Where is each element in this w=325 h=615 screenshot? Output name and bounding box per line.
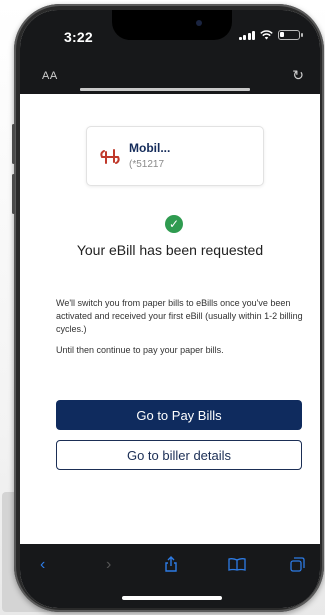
- text-size-button[interactable]: AA: [42, 70, 58, 82]
- clipped-heading-text: [80, 88, 260, 96]
- cellular-signal-icon: [238, 30, 255, 40]
- battery-icon: [278, 30, 303, 40]
- confirmation-headline: Your eBill has been requested: [76, 242, 264, 258]
- phone-screen: 3:22 AA ↻ Mobil... (*51217 ✓ Your eBill …: [20, 10, 320, 608]
- biller-account-number: (*51217: [129, 159, 165, 170]
- front-camera: [196, 20, 202, 26]
- biller-card[interactable]: Mobil... (*51217: [86, 126, 264, 186]
- phone-side-button: [12, 174, 15, 214]
- notch: [112, 10, 232, 40]
- tabs-icon[interactable]: [290, 557, 305, 572]
- go-to-pay-bills-button[interactable]: Go to Pay Bills: [56, 400, 302, 430]
- confirmation-description: We'll switch you from paper bills to eBi…: [56, 298, 303, 334]
- page-content: Mobil... (*51217 ✓ Your eBill has been r…: [20, 88, 320, 544]
- bill-icon: [100, 149, 120, 164]
- status-icons: [238, 30, 303, 40]
- home-indicator: [122, 596, 222, 600]
- share-icon[interactable]: [164, 556, 178, 572]
- back-chevron-icon[interactable]: ‹: [40, 556, 45, 574]
- status-bar: 3:22: [20, 10, 320, 58]
- go-to-biller-details-button[interactable]: Go to biller details: [56, 440, 302, 470]
- phone-side-button: [12, 124, 15, 164]
- success-check-icon: ✓: [165, 215, 183, 233]
- paper-bills-note: Until then continue to pay your paper bi…: [56, 345, 224, 355]
- reload-icon[interactable]: ↻: [292, 67, 304, 84]
- forward-chevron-icon[interactable]: ›: [106, 556, 111, 574]
- wifi-icon: [260, 30, 273, 40]
- biller-name: Mobil...: [129, 141, 171, 155]
- status-time: 3:22: [64, 29, 93, 45]
- browser-toolbar: ‹ ›: [20, 544, 320, 608]
- bookmarks-icon[interactable]: [228, 557, 246, 571]
